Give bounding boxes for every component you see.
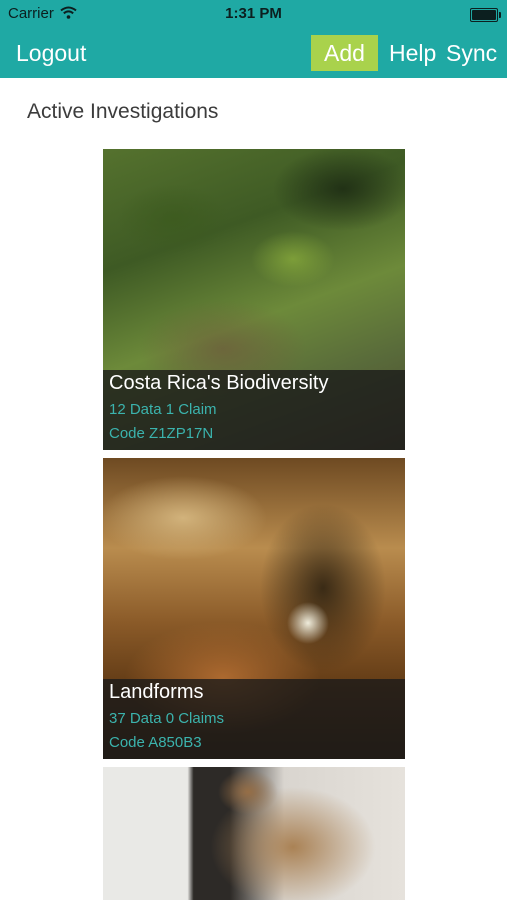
status-time: 1:31 PM: [225, 5, 282, 22]
investigation-card[interactable]: Landforms 37 Data 0 Claims Code A850B3: [103, 458, 405, 759]
investigation-title: Landforms: [109, 681, 204, 703]
investigation-code: Code Z1ZP17N: [109, 425, 214, 442]
investigation-stats: 37 Data 0 Claims: [109, 710, 225, 727]
battery-icon: [470, 8, 501, 22]
nav-bar: Logout Add Help Sync: [0, 28, 507, 78]
logout-button[interactable]: Logout: [16, 28, 86, 78]
help-button[interactable]: Help: [389, 28, 436, 78]
investigation-photo: [103, 767, 405, 900]
sync-button[interactable]: Sync: [446, 28, 497, 78]
status-bar: Carrier 1:31 PM: [0, 0, 507, 28]
section-title: Active Investigations: [27, 100, 219, 123]
investigation-card[interactable]: [103, 767, 405, 900]
card-caption: Landforms 37 Data 0 Claims Code A850B3: [103, 679, 405, 759]
card-caption: Costa Rica's Biodiversity 12 Data 1 Clai…: [103, 370, 405, 450]
add-button[interactable]: Add: [311, 35, 378, 71]
investigation-card[interactable]: Costa Rica's Biodiversity 12 Data 1 Clai…: [103, 149, 405, 450]
investigation-title: Costa Rica's Biodiversity: [109, 372, 329, 394]
investigation-code: Code A850B3: [109, 734, 202, 751]
investigation-stats: 12 Data 1 Claim: [109, 401, 217, 418]
